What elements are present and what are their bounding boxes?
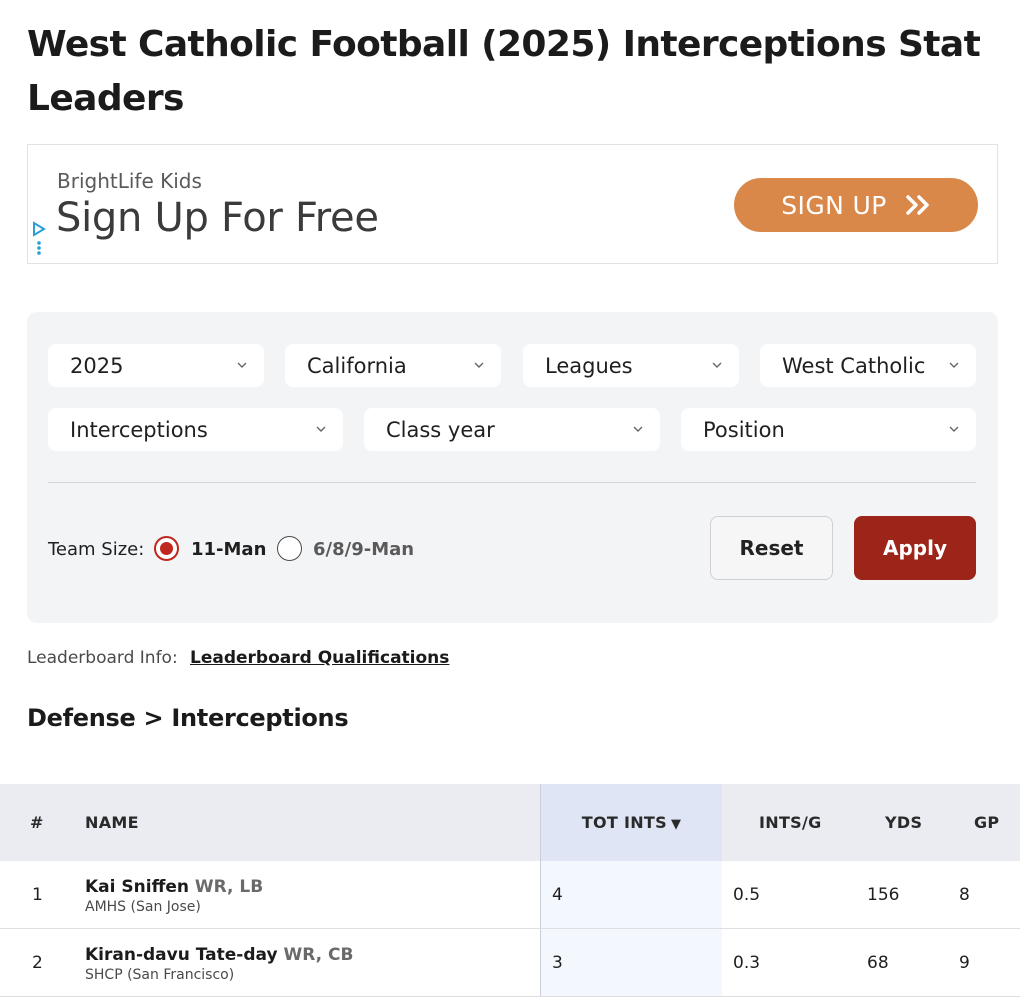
chevron-down-icon — [949, 362, 959, 368]
ad-banner[interactable]: BrightLife Kids Sign Up For Free SIGN UP — [27, 144, 998, 264]
state-value: California — [307, 353, 407, 378]
stat-value: Interceptions — [70, 417, 208, 442]
sort-desc-icon: ▼ — [670, 817, 682, 832]
ad-signup-button[interactable]: SIGN UP — [734, 178, 978, 232]
table-row: 2 Kiran-davu Tate-day WR, CB SHCP (San F… — [0, 929, 1020, 997]
row-rank: 1 — [32, 885, 43, 905]
row-gp: 8 — [959, 885, 970, 905]
player-position: WR, LB — [194, 877, 264, 897]
row-ints-per-game: 0.3 — [733, 953, 761, 973]
reset-button[interactable]: Reset — [710, 516, 833, 580]
section-title: Defense > Interceptions — [27, 704, 349, 732]
chevron-down-icon — [237, 362, 247, 368]
col-rank: # — [30, 813, 44, 832]
col-tot-ints-label: TOT INTS — [581, 813, 667, 832]
apply-button[interactable]: Apply — [854, 516, 976, 580]
table-row: 1 Kai Sniffen WR, LB AMHS (San Jose) 4 0… — [0, 861, 1020, 929]
player-name-link[interactable]: Kiran-davu Tate-day WR, CB — [85, 945, 353, 965]
player-name: Kai Sniffen — [85, 877, 189, 897]
chevron-down-icon — [316, 426, 326, 432]
row-ints-per-game: 0.5 — [733, 885, 761, 905]
class-year-value: Class year — [386, 417, 495, 442]
chevron-down-icon — [949, 426, 959, 432]
chevron-down-icon — [474, 362, 484, 368]
leaderboard-info-label: Leaderboard Info: — [27, 648, 178, 668]
ad-brand: BrightLife Kids — [57, 169, 202, 193]
filter-panel: 2025 California Leagues West Catholic In… — [27, 312, 998, 623]
player-name-link[interactable]: Kai Sniffen WR, LB — [85, 877, 263, 897]
row-tot-ints: 4 — [552, 885, 563, 905]
state-select[interactable]: California — [285, 344, 501, 387]
position-select[interactable]: Position — [681, 408, 976, 451]
player-school: AMHS (San Jose) — [85, 899, 201, 915]
double-chevron-right-icon — [905, 195, 929, 215]
league-value: Leagues — [545, 353, 633, 378]
sorted-column-bg — [540, 861, 722, 928]
radio-6-8-9-man-label[interactable]: 6/8/9-Man — [313, 539, 414, 560]
sorted-column-bg — [540, 929, 722, 996]
row-yds: 156 — [867, 885, 900, 905]
col-name[interactable]: NAME — [85, 784, 139, 861]
season-value: 2025 — [70, 353, 124, 378]
player-school: SHCP (San Francisco) — [85, 967, 235, 983]
ad-headline[interactable]: Sign Up For Free — [56, 195, 379, 241]
col-tot-ints[interactable]: TOT INTS ▼ — [540, 784, 722, 861]
table-header: # NAME TOT INTS ▼ INTS/G YDS GP — [0, 784, 1020, 861]
team-value: West Catholic — [782, 353, 926, 378]
chevron-down-icon — [633, 426, 643, 432]
team-select[interactable]: West Catholic — [760, 344, 976, 387]
adchoices-icon[interactable] — [30, 221, 48, 265]
row-rank: 2 — [32, 953, 43, 973]
filter-divider — [48, 482, 976, 483]
row-yds: 68 — [867, 953, 889, 973]
class-year-select[interactable]: Class year — [364, 408, 660, 451]
radio-11-man[interactable] — [154, 536, 179, 561]
stat-select[interactable]: Interceptions — [48, 408, 343, 451]
player-name: Kiran-davu Tate-day — [85, 945, 278, 965]
radio-11-man-label[interactable]: 11-Man — [191, 539, 266, 560]
col-ints-per-game[interactable]: INTS/G — [759, 784, 822, 861]
row-tot-ints: 3 — [552, 953, 563, 973]
row-gp: 9 — [959, 953, 970, 973]
season-select[interactable]: 2025 — [48, 344, 264, 387]
ad-signup-label: SIGN UP — [781, 190, 887, 220]
league-select[interactable]: Leagues — [523, 344, 739, 387]
position-value: Position — [703, 417, 785, 442]
col-gp[interactable]: GP — [974, 784, 999, 861]
chevron-down-icon — [712, 362, 722, 368]
leaderboard-qualifications-link[interactable]: Leaderboard Qualifications — [190, 648, 449, 668]
player-position: WR, CB — [283, 945, 354, 965]
page-title: West Catholic Football (2025) Intercepti… — [27, 24, 981, 119]
col-yds[interactable]: YDS — [885, 784, 922, 861]
radio-6-8-9-man[interactable] — [277, 536, 302, 561]
team-size-label: Team Size: — [48, 539, 145, 560]
